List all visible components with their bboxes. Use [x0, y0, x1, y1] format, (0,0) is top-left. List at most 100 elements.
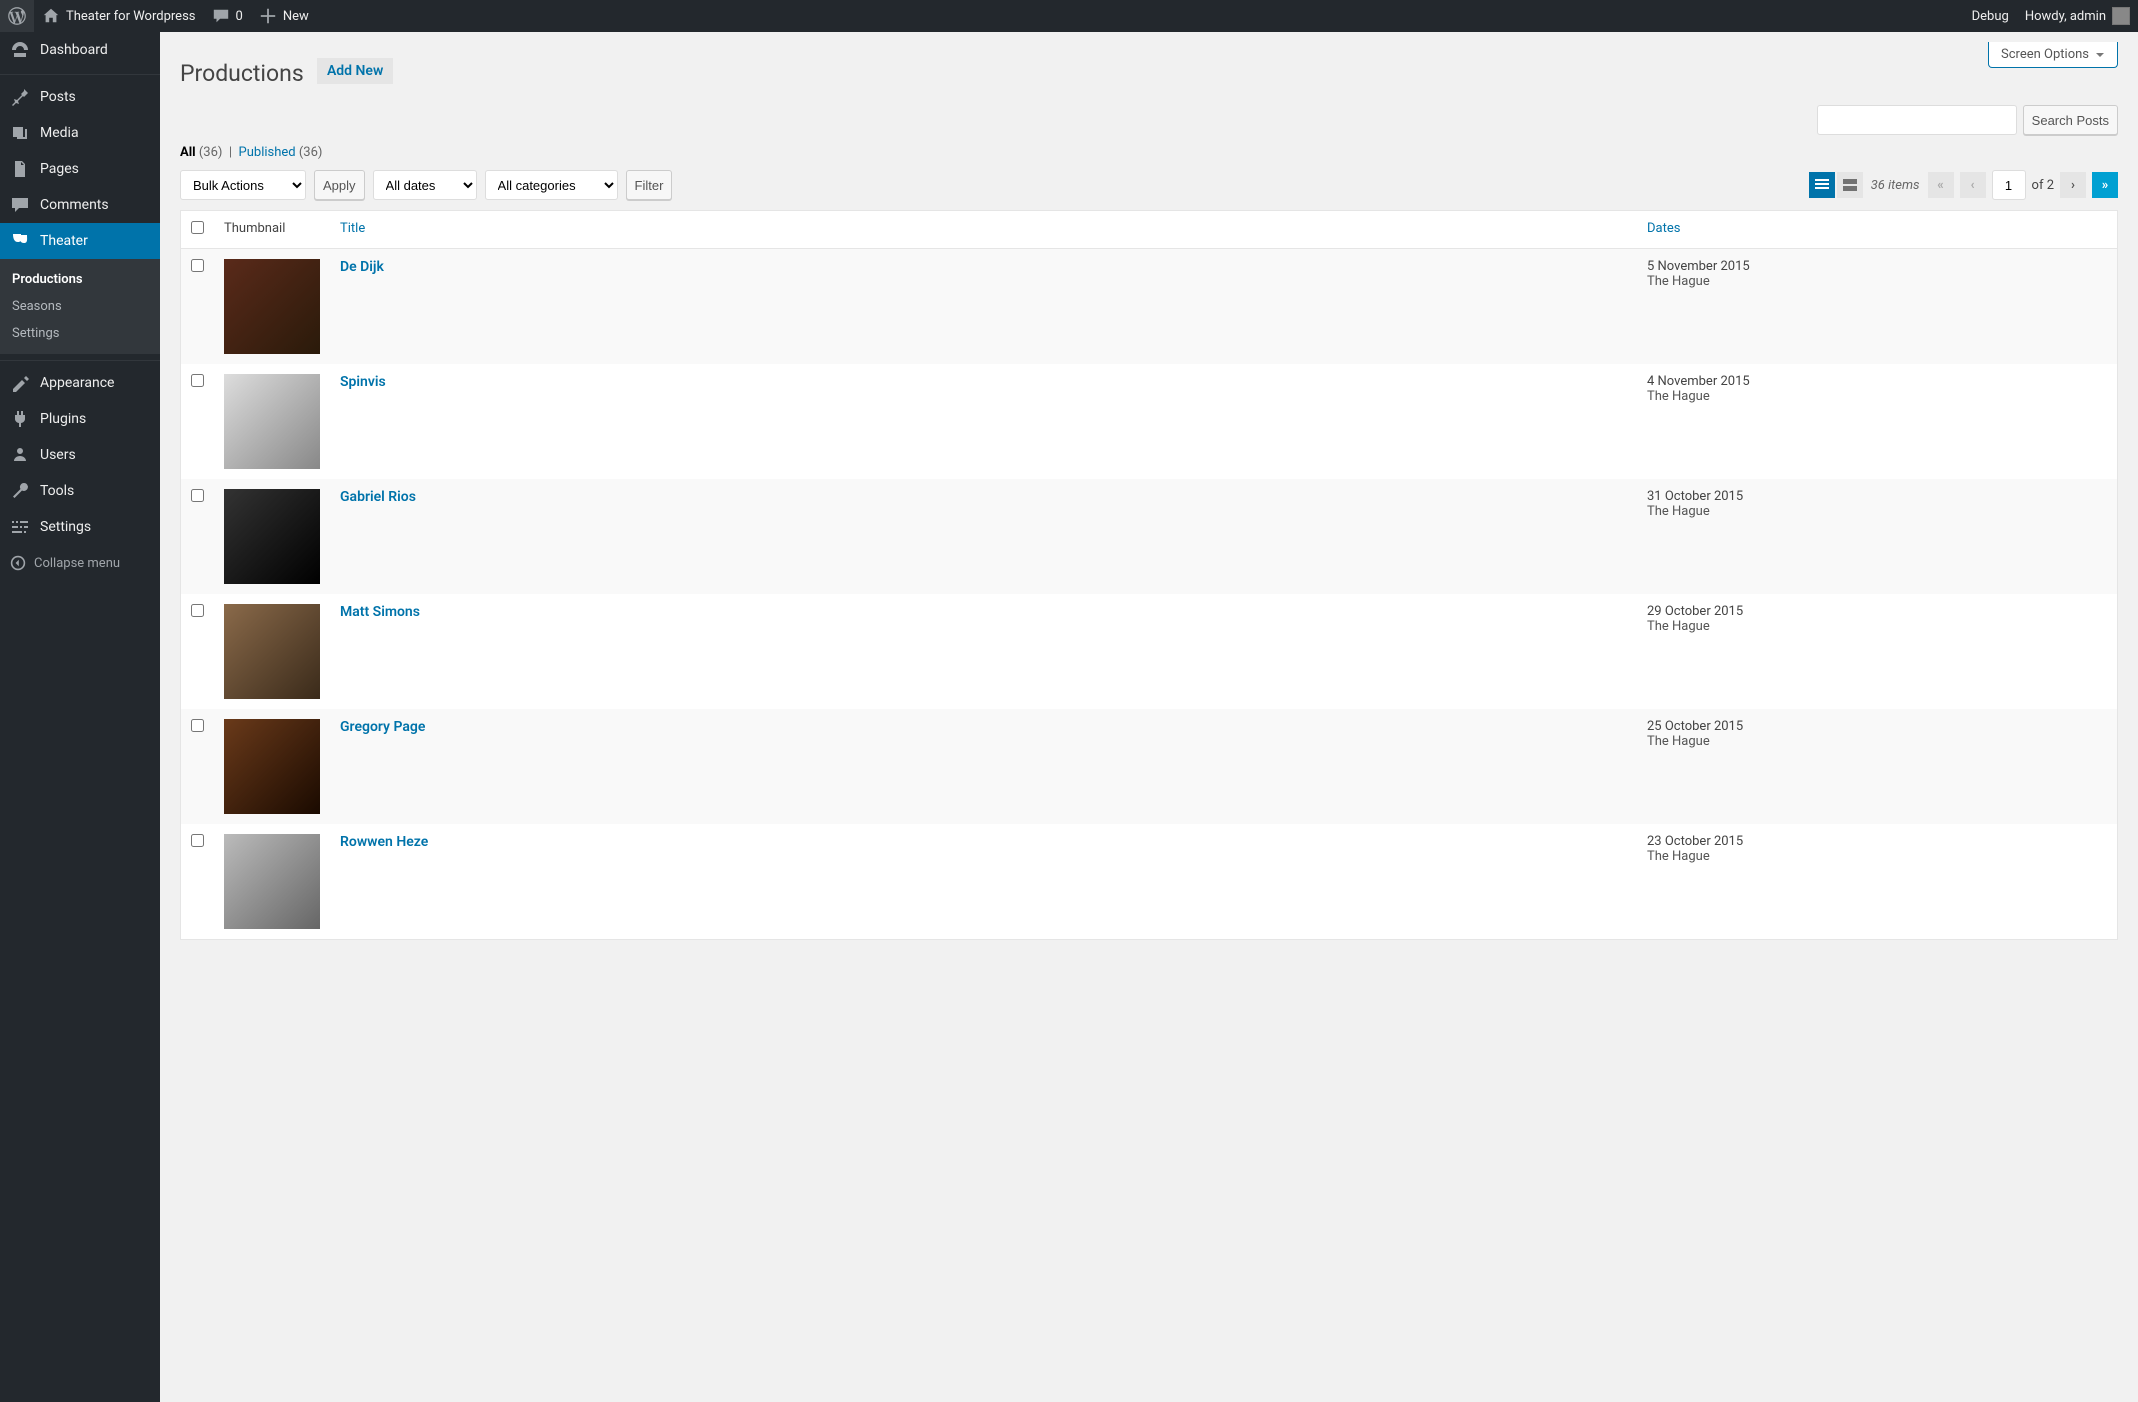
greeting-text: Howdy, admin	[2025, 9, 2106, 24]
row-checkbox[interactable]	[191, 374, 204, 387]
submenu-seasons[interactable]: Seasons	[0, 293, 160, 320]
row-checkbox[interactable]	[191, 834, 204, 847]
apply-button[interactable]: Apply	[314, 170, 365, 200]
row-title-link[interactable]: Rowwen Heze	[340, 834, 428, 850]
media-icon	[10, 123, 30, 143]
col-title-sort[interactable]: Title	[340, 221, 365, 236]
filter-all[interactable]: All	[180, 145, 196, 160]
submenu-productions[interactable]: Productions	[0, 266, 160, 293]
row-location: The Hague	[1647, 619, 2107, 634]
page-next-button[interactable]: ›	[2060, 172, 2086, 198]
users-icon	[10, 445, 30, 465]
thumbnail[interactable]	[224, 259, 320, 354]
table-row: Gregory Page25 October 2015The Hague	[181, 709, 2117, 824]
view-list-button[interactable]	[1809, 172, 1835, 198]
menu-tools[interactable]: Tools	[0, 473, 160, 509]
items-count: 36 items	[1871, 178, 1920, 193]
menu-posts[interactable]: Posts	[0, 74, 160, 115]
search-button[interactable]: Search Posts	[2023, 105, 2118, 135]
thumbnail[interactable]	[224, 719, 320, 814]
categories-filter-select[interactable]: All categories	[485, 170, 618, 200]
col-dates-sort[interactable]: Dates	[1647, 221, 1680, 236]
site-home-link[interactable]: Theater for Wordpress	[34, 0, 204, 32]
wp-logo[interactable]	[0, 0, 34, 32]
home-icon	[42, 7, 60, 25]
select-all-checkbox[interactable]	[191, 221, 204, 234]
page-icon	[10, 159, 30, 179]
plugins-icon	[10, 409, 30, 429]
menu-plugins[interactable]: Plugins	[0, 401, 160, 437]
site-title: Theater for Wordpress	[66, 9, 196, 24]
theater-icon	[10, 231, 30, 251]
row-title-link[interactable]: Gregory Page	[340, 719, 425, 735]
row-date: 4 November 2015	[1647, 374, 2107, 389]
new-label: New	[283, 9, 309, 24]
row-date: 5 November 2015	[1647, 259, 2107, 274]
admin-toolbar: Theater for Wordpress 0 New Debug Howdy,…	[0, 0, 2138, 32]
table-row: De Dijk 5 November 2015The Hague	[181, 249, 2117, 364]
comments-count: 0	[236, 9, 243, 24]
row-title-link[interactable]: De Dijk	[340, 259, 384, 275]
row-title-link[interactable]: Matt Simons	[340, 604, 420, 620]
row-checkbox[interactable]	[191, 604, 204, 617]
account-link[interactable]: Howdy, admin	[2017, 0, 2138, 32]
row-location: The Hague	[1647, 504, 2107, 519]
row-date: 23 October 2015	[1647, 834, 2107, 849]
screen-options-toggle[interactable]: Screen Options	[1988, 42, 2118, 68]
productions-table: Thumbnail Title Dates De Dijk 5 November …	[180, 210, 2118, 940]
row-checkbox[interactable]	[191, 259, 204, 272]
excerpt-icon	[1842, 177, 1858, 193]
page-first-button[interactable]: «	[1928, 172, 1954, 198]
thumbnail[interactable]	[224, 834, 320, 929]
menu-theater[interactable]: Theater	[0, 223, 160, 259]
comments-link[interactable]: 0	[204, 0, 251, 32]
row-location: The Hague	[1647, 274, 2107, 289]
add-new-button[interactable]: Add New	[317, 58, 393, 84]
status-filters: All (36) | Published (36)	[180, 145, 2118, 160]
debug-link[interactable]: Debug	[1964, 0, 2017, 32]
page-current-input[interactable]	[1992, 170, 2026, 200]
new-content-link[interactable]: New	[251, 0, 317, 32]
admin-sidebar: Dashboard Posts Media Pages Comments The…	[0, 32, 160, 1402]
avatar	[2112, 7, 2130, 25]
menu-pages[interactable]: Pages	[0, 151, 160, 187]
filter-button[interactable]: Filter	[626, 170, 673, 200]
table-row: Gabriel Rios 31 October 2015The Hague	[181, 479, 2117, 594]
row-title-link[interactable]: Gabriel Rios	[340, 489, 416, 505]
comment-icon	[212, 7, 230, 25]
col-thumbnail: Thumbnail	[214, 211, 330, 249]
row-checkbox[interactable]	[191, 719, 204, 732]
appearance-icon	[10, 373, 30, 393]
row-title-link[interactable]: Spinvis	[340, 374, 386, 390]
collapse-menu[interactable]: Collapse menu	[0, 545, 160, 581]
thumbnail[interactable]	[224, 604, 320, 699]
row-checkbox[interactable]	[191, 489, 204, 502]
tools-icon	[10, 481, 30, 501]
row-location: The Hague	[1647, 734, 2107, 749]
table-row: Rowwen Heze 23 October 2015The Hague	[181, 824, 2117, 939]
dates-filter-select[interactable]: All dates	[373, 170, 477, 200]
page-prev-button[interactable]: ‹	[1960, 172, 1986, 198]
menu-media[interactable]: Media	[0, 115, 160, 151]
menu-settings[interactable]: Settings	[0, 509, 160, 545]
menu-dashboard[interactable]: Dashboard	[0, 32, 160, 68]
list-icon	[1814, 177, 1830, 193]
menu-comments[interactable]: Comments	[0, 187, 160, 223]
view-excerpt-button[interactable]	[1837, 172, 1863, 198]
thumbnail[interactable]	[224, 374, 320, 469]
row-date: 31 October 2015	[1647, 489, 2107, 504]
thumbnail[interactable]	[224, 489, 320, 584]
submenu-settings[interactable]: Settings	[0, 320, 160, 347]
search-input[interactable]	[1817, 105, 2017, 135]
bulk-actions-select[interactable]: Bulk Actions	[180, 170, 306, 200]
settings-icon	[10, 517, 30, 537]
comments-icon	[10, 195, 30, 215]
menu-users[interactable]: Users	[0, 437, 160, 473]
chevron-down-icon	[2095, 50, 2105, 60]
filter-published[interactable]: Published	[239, 145, 296, 160]
submenu-theater: Productions Seasons Settings	[0, 259, 160, 354]
row-location: The Hague	[1647, 849, 2107, 864]
table-row: Matt Simons29 October 2015The Hague	[181, 594, 2117, 709]
menu-appearance[interactable]: Appearance	[0, 360, 160, 401]
page-last-button[interactable]: »	[2092, 172, 2118, 198]
